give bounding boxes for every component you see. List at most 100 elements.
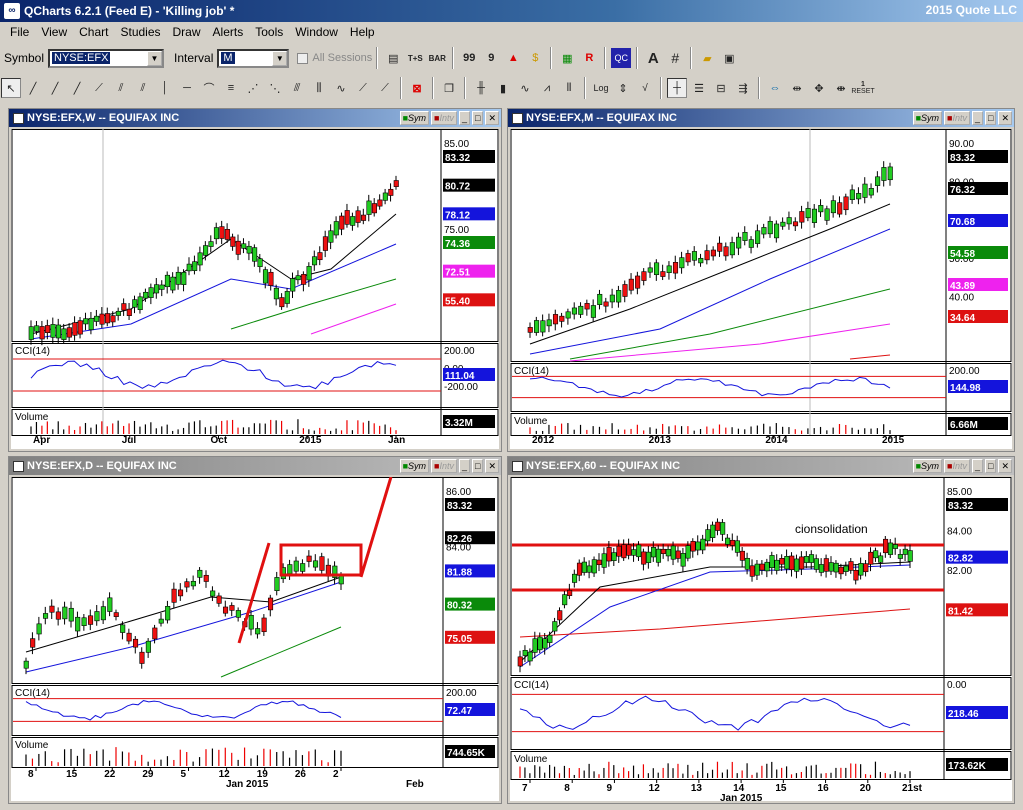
- all-sessions-checkbox[interactable]: All Sessions: [297, 52, 372, 64]
- fan-icon[interactable]: ⋱: [265, 78, 285, 98]
- close-icon[interactable]: ✕: [485, 459, 499, 473]
- close-icon[interactable]: ✕: [998, 111, 1012, 125]
- chart-body[interactable]: 85.0080.0075.0070.00CCI(14)200.000.00-20…: [11, 129, 499, 449]
- scanner-icon[interactable]: ▦: [557, 48, 577, 68]
- andrews-icon[interactable]: ⫼: [309, 78, 329, 98]
- auto-scale-icon[interactable]: ⇕: [613, 78, 633, 98]
- qc-button[interactable]: QC: [611, 48, 632, 68]
- trendline-icon[interactable]: ⟋: [89, 78, 109, 98]
- chart-panel-daily[interactable]: NYSE:EFX,D -- EQUIFAX INC ■ Sym ■ Intv _ □ ✕ 8…: [8, 456, 502, 804]
- pointer-icon[interactable]: ↖: [1, 78, 21, 98]
- sym-button[interactable]: ■ Sym: [399, 459, 430, 473]
- intv-button[interactable]: ■ Intv: [431, 459, 457, 473]
- chart-svg[interactable]: 85.0084.0082.0081.00cionsolidationCCI(14…: [510, 477, 1012, 801]
- open-folder-icon[interactable]: ▰: [697, 48, 717, 68]
- delete-drawings-icon[interactable]: ⊠: [407, 78, 427, 98]
- move-icon[interactable]: ✥: [809, 78, 829, 98]
- panel-title-bar[interactable]: NYSE:EFX,W -- EQUIFAX INC ■ Sym ■ Intv _ □ ✕: [9, 109, 501, 127]
- chart-panel-weekly[interactable]: NYSE:EFX,W -- EQUIFAX INC ■ Sym ■ Intv _ □ ✕ 8…: [8, 108, 502, 452]
- sym-button[interactable]: ■ Sym: [399, 111, 430, 125]
- gann-fan-icon[interactable]: ⋰: [243, 78, 263, 98]
- crosshair-icon[interactable]: ┼: [667, 78, 687, 98]
- chevron-down-icon[interactable]: ▼: [147, 50, 163, 66]
- menu-file[interactable]: File: [4, 25, 35, 39]
- menu-tools[interactable]: Tools: [249, 25, 289, 39]
- interval-combo[interactable]: M ▼: [217, 48, 290, 68]
- save-icon[interactable]: ▣: [719, 48, 739, 68]
- zoom-in-icon[interactable]: ⇔: [765, 78, 785, 98]
- maximize-icon[interactable]: □: [985, 111, 997, 125]
- panel-title-bar[interactable]: NYSE:EFX,60 -- EQUIFAX INC ■ Sym ■ Intv _ □ ✕: [508, 457, 1014, 475]
- chart-panel-60min[interactable]: NYSE:EFX,60 -- EQUIFAX INC ■ Sym ■ Intv _ □ ✕ …: [507, 456, 1015, 804]
- intv-button[interactable]: ■ Intv: [944, 111, 970, 125]
- arc-icon[interactable]: ⌒: [199, 78, 219, 98]
- chart-svg[interactable]: 90.0080.0060.0050.0040.00CCI(14)200.0010…: [510, 129, 1012, 449]
- horizontal-line-icon[interactable]: ─: [177, 78, 197, 98]
- maximize-icon[interactable]: □: [472, 459, 484, 473]
- extended-line-icon[interactable]: ╱: [67, 78, 87, 98]
- cycle-icon[interactable]: ∿: [331, 78, 351, 98]
- minimize-icon[interactable]: _: [972, 111, 984, 125]
- sym-button[interactable]: ■ Sym: [912, 111, 943, 125]
- chart-body[interactable]: 85.0084.0082.0081.00cionsolidationCCI(14…: [510, 477, 1012, 801]
- ruler-icon[interactable]: ⊟: [711, 78, 731, 98]
- intv-button[interactable]: ■ Intv: [431, 111, 457, 125]
- menu-chart[interactable]: Chart: [73, 25, 114, 39]
- regression-icon[interactable]: ⫻: [287, 78, 307, 98]
- point-figure-icon[interactable]: ⩘: [537, 78, 557, 98]
- alert-icon[interactable]: ▲: [503, 48, 523, 68]
- minimize-icon[interactable]: _: [972, 459, 984, 473]
- speed-lines-icon[interactable]: ⟋: [353, 78, 373, 98]
- checkbox-icon[interactable]: [297, 52, 309, 64]
- quote-single-icon[interactable]: 9: [481, 48, 501, 68]
- option-icon[interactable]: $: [525, 48, 545, 68]
- quote-icon[interactable]: 99: [459, 48, 479, 68]
- zoom-out-icon[interactable]: ⇹: [787, 78, 807, 98]
- log-scale-button[interactable]: Log: [591, 78, 611, 98]
- chart-svg[interactable]: 86.0084.0082.00CCI(14)200.000.0083.3282.…: [11, 477, 499, 801]
- reset-button[interactable]: 1 RESET: [851, 78, 874, 98]
- candle-chart-icon[interactable]: ▮: [493, 78, 513, 98]
- minimize-icon[interactable]: _: [459, 459, 471, 473]
- minimize-icon[interactable]: _: [459, 111, 471, 125]
- line-tool-icon[interactable]: ╱: [23, 78, 43, 98]
- fibonacci-icon[interactable]: ≡: [221, 78, 241, 98]
- bar-chart-icon[interactable]: ╫: [471, 78, 491, 98]
- maximize-icon[interactable]: □: [985, 459, 997, 473]
- parallel-icon[interactable]: ⫽: [133, 78, 153, 98]
- report-icon[interactable]: R: [579, 48, 599, 68]
- vertical-line-icon[interactable]: │: [155, 78, 175, 98]
- ratio-icon[interactable]: ⟋: [375, 78, 395, 98]
- scale-icon[interactable]: √: [635, 78, 655, 98]
- intv-button[interactable]: ■ Intv: [944, 459, 970, 473]
- time-sales-button[interactable]: T+S: [405, 48, 425, 68]
- scroll-icon[interactable]: ⇼: [831, 78, 851, 98]
- font-icon[interactable]: A: [643, 48, 663, 68]
- properties-icon[interactable]: ▤: [383, 48, 403, 68]
- menu-view[interactable]: View: [35, 25, 73, 39]
- data-window-icon[interactable]: ☰: [689, 78, 709, 98]
- chevron-down-icon[interactable]: ▼: [272, 50, 288, 66]
- bar-button[interactable]: BAR: [427, 48, 447, 68]
- close-icon[interactable]: ✕: [485, 111, 499, 125]
- grid-icon[interactable]: #: [665, 48, 685, 68]
- chart-svg[interactable]: 85.0080.0075.0070.00CCI(14)200.000.00-20…: [11, 129, 499, 449]
- link-icon[interactable]: ⇶: [733, 78, 753, 98]
- panel-title-bar[interactable]: NYSE:EFX,D -- EQUIFAX INC ■ Sym ■ Intv _ □ ✕: [9, 457, 501, 475]
- menu-studies[interactable]: Studies: [114, 25, 166, 39]
- menu-draw[interactable]: Draw: [167, 25, 207, 39]
- channel-icon[interactable]: ⫽: [111, 78, 131, 98]
- sym-button[interactable]: ■ Sym: [912, 459, 943, 473]
- copy-icon[interactable]: ❐: [439, 78, 459, 98]
- close-icon[interactable]: ✕: [998, 459, 1012, 473]
- chart-panel-monthly[interactable]: NYSE:EFX,M -- EQUIFAX INC ■ Sym ■ Intv _ □ ✕ 9…: [507, 108, 1015, 452]
- line-chart-icon[interactable]: ∿: [515, 78, 535, 98]
- menu-help[interactable]: Help: [344, 25, 381, 39]
- volume-icon[interactable]: ⦀: [559, 78, 579, 98]
- menu-window[interactable]: Window: [289, 25, 344, 39]
- chart-body[interactable]: 86.0084.0082.00CCI(14)200.000.0083.3282.…: [11, 477, 499, 801]
- ray-tool-icon[interactable]: ╱: [45, 78, 65, 98]
- chart-body[interactable]: 90.0080.0060.0050.0040.00CCI(14)200.0010…: [510, 129, 1012, 449]
- maximize-icon[interactable]: □: [472, 111, 484, 125]
- menu-alerts[interactable]: Alerts: [207, 25, 250, 39]
